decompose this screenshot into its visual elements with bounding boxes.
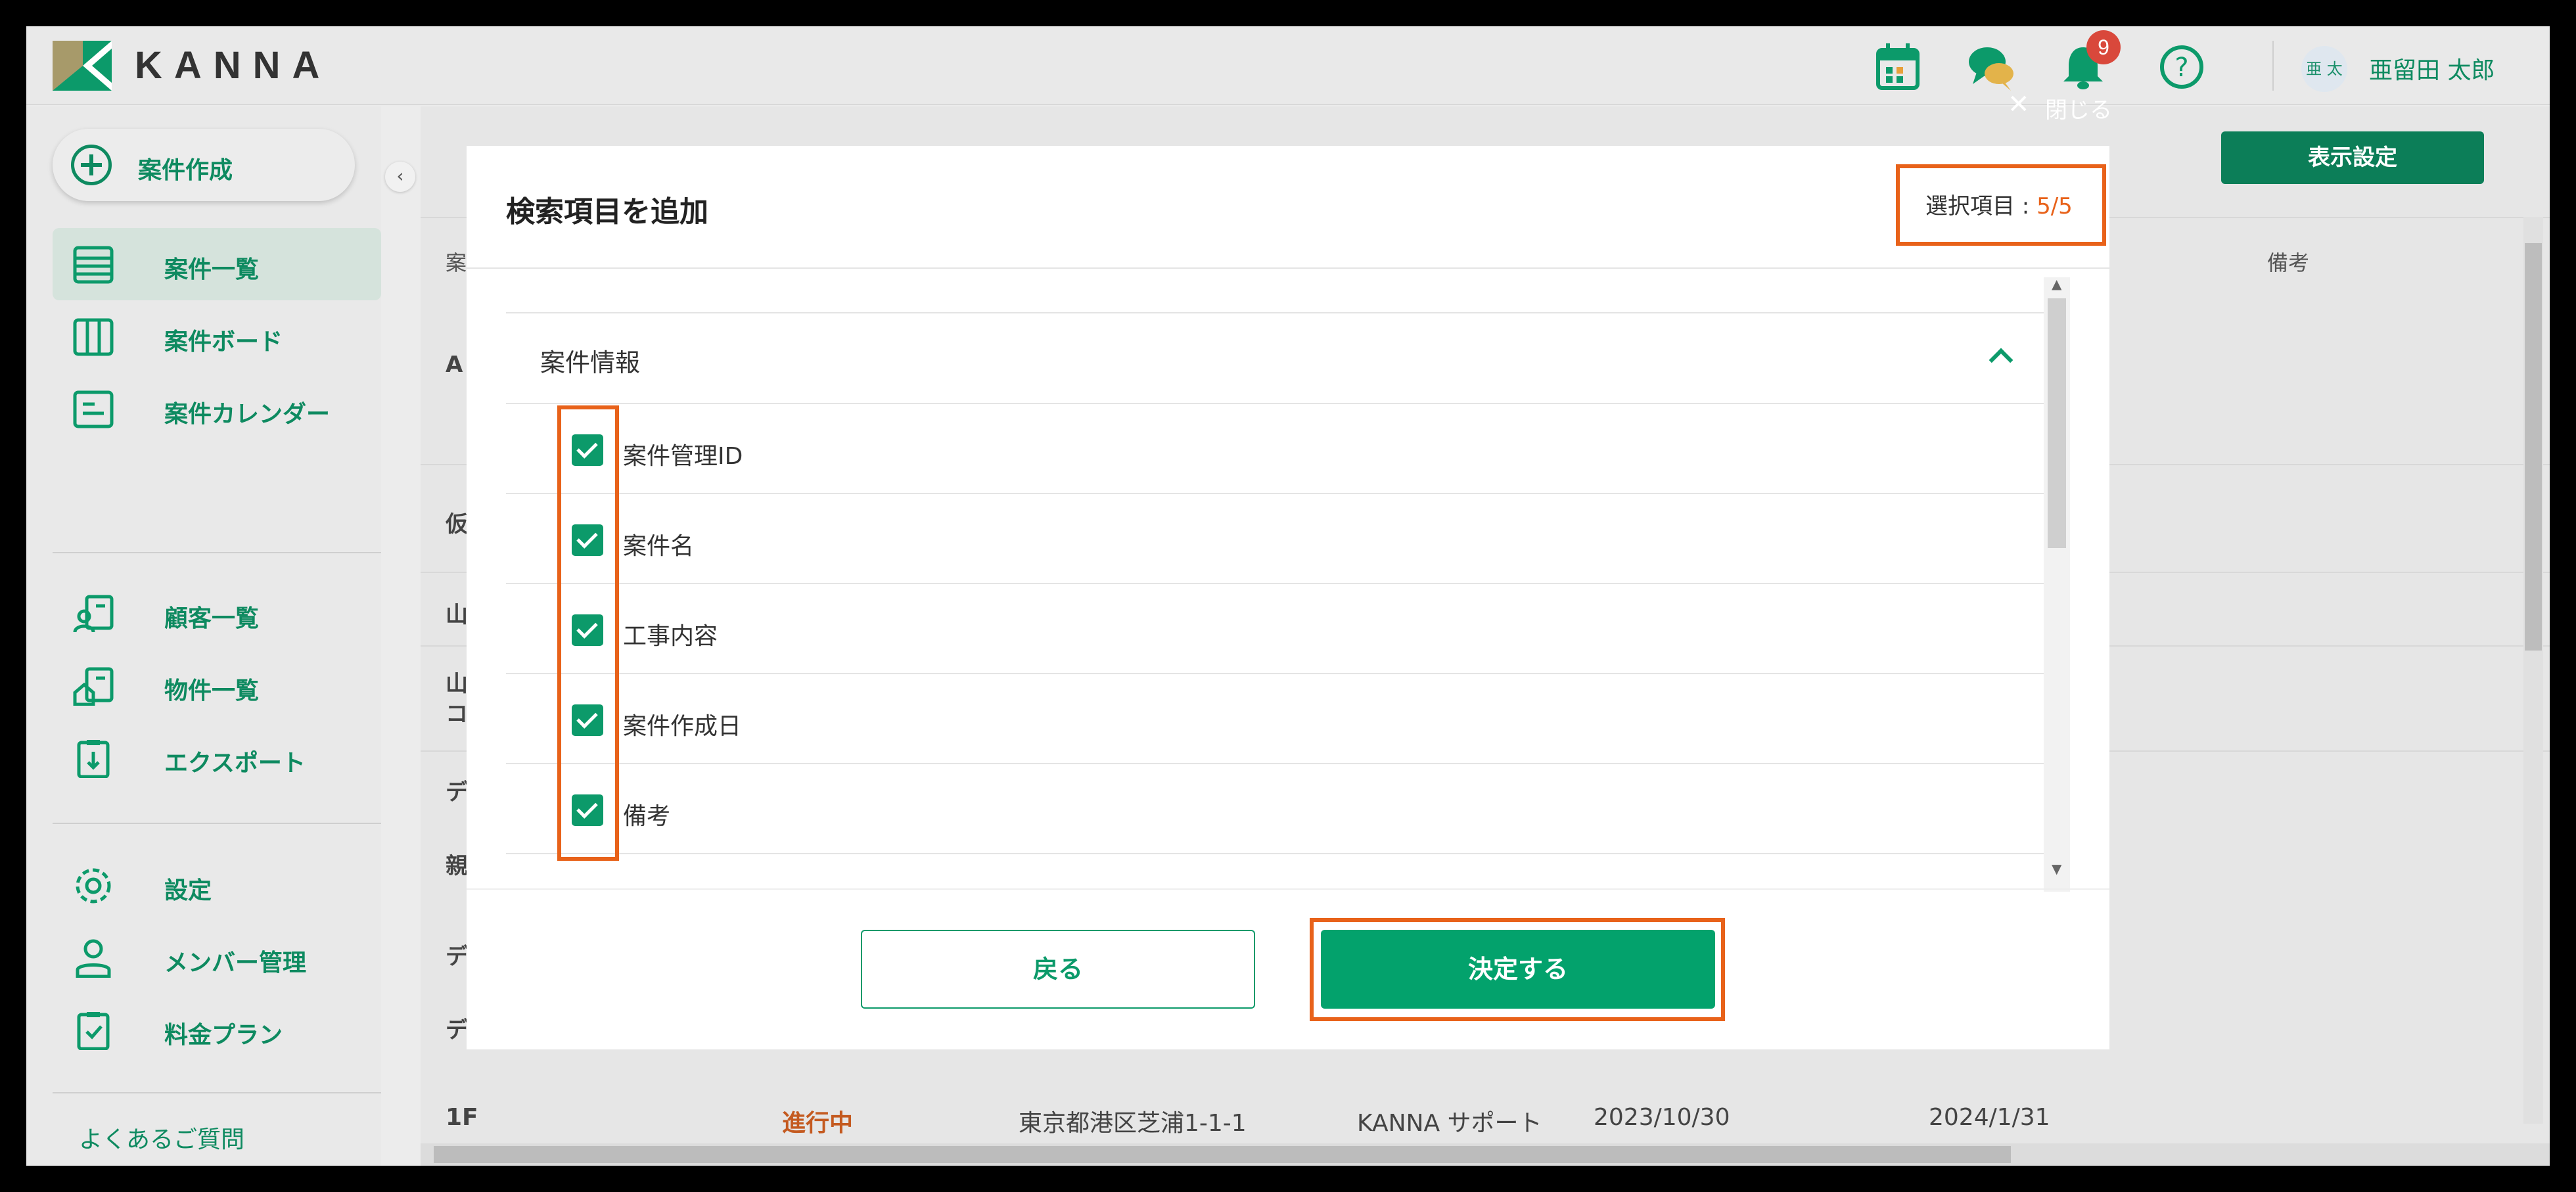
plus-circle-icon — [71, 145, 112, 185]
add-search-items-dialog: 検索項目を追加 選択項目 : 5/5 案件情報 案件管理ID 案件名 工事内容 … — [467, 146, 2109, 1049]
calendar-list-icon — [73, 390, 114, 428]
notification-badge: 9 — [2086, 30, 2121, 64]
option-label: 案件名 — [623, 533, 695, 560]
kanna-logo-icon[interactable] — [53, 41, 112, 91]
option-label: 工事内容 — [623, 623, 718, 650]
row-date-start: 2023/10/30 — [1594, 1104, 1730, 1131]
create-project-button[interactable]: 案件作成 — [53, 129, 355, 201]
person-icon — [76, 939, 111, 978]
sidebar-item-label: 顧客一覧 — [164, 605, 260, 632]
selected-count-label: 選択項目 : 5/5 — [1925, 188, 2073, 220]
table-row[interactable]: A — [446, 352, 463, 378]
table-row[interactable]: 仮 — [446, 506, 468, 538]
row-owner: KANNA サポート — [1357, 1110, 1542, 1137]
sidebar-item-settings[interactable]: 設定 — [53, 849, 381, 921]
back-button[interactable]: 戻る — [861, 930, 1255, 1009]
brand-name: KANNA — [135, 44, 332, 87]
list-item[interactable]: 案件管理ID — [506, 404, 2044, 494]
column-header-note[interactable]: 備考 — [2267, 246, 2309, 277]
row-name[interactable]: 1F — [446, 1104, 478, 1131]
avatar[interactable]: 亜 太 — [2301, 46, 2347, 92]
sidebar-item-properties[interactable]: 物件一覧 — [53, 649, 381, 722]
dialog-divider — [467, 267, 2109, 269]
table-row[interactable]: 山 — [446, 597, 468, 629]
chevron-up-icon[interactable] — [1989, 348, 2013, 373]
plan-icon — [77, 1012, 110, 1050]
table-row[interactable]: 山 コ — [446, 669, 468, 729]
sidebar-item-export[interactable]: エクスポート — [53, 722, 381, 794]
sidebar-item-label: 設定 — [164, 877, 212, 904]
display-settings-button[interactable]: 表示設定 — [2221, 131, 2484, 184]
page-vertical-scroll-thumb[interactable] — [2525, 243, 2542, 651]
option-label: 備考 — [623, 803, 671, 830]
list-item[interactable]: 備考 — [506, 764, 2044, 854]
close-button[interactable]: 閉じる — [2045, 92, 2112, 124]
option-label: 案件管理ID — [623, 443, 743, 470]
checkbox-column-highlight — [557, 405, 619, 861]
section-title: 案件情報 — [540, 348, 641, 377]
sidebar-item-label: メンバー管理 — [164, 950, 307, 976]
column-header-project: 案 — [446, 250, 467, 275]
selected-count-value: 5/5 — [2036, 193, 2073, 219]
option-label: 案件作成日 — [623, 713, 742, 740]
sidebar-item-project-board[interactable]: 案件ボード — [53, 300, 381, 373]
list-icon — [73, 246, 114, 284]
row-address: 東京都港区芝浦1-1-1 — [1019, 1110, 1247, 1137]
selected-count-text: 選択項目 : — [1925, 193, 2037, 219]
faq-link[interactable]: よくあるご質問 — [79, 1120, 244, 1155]
sidebar-item-label: 案件一覧 — [164, 256, 260, 283]
list-item[interactable]: 案件作成日 — [506, 674, 2044, 764]
help-icon[interactable]: ? — [2155, 41, 2208, 93]
scroll-down-arrow-icon[interactable]: ▼ — [2052, 861, 2061, 877]
confirm-button[interactable]: 決定する — [1321, 930, 1715, 1009]
section-project-info[interactable]: 案件情報 — [506, 312, 2044, 404]
create-project-label: 案件作成 — [138, 157, 233, 184]
dialog-title: 検索項目を追加 — [506, 195, 708, 229]
sidebar-divider — [53, 552, 381, 553]
sidebar-item-project-calendar[interactable]: 案件カレンダー — [53, 373, 381, 445]
sidebar-collapse-button[interactable]: ‹ — [385, 162, 415, 192]
gear-icon — [76, 868, 111, 904]
sidebar-item-label: エクスポート — [164, 750, 306, 777]
dialog-scroll-thumb[interactable] — [2048, 298, 2066, 548]
board-icon — [73, 318, 114, 356]
top-bar: KANNA 9 ? 亜 太 亜留田 太郎 — [26, 26, 2550, 105]
calendar-icon[interactable] — [1872, 41, 1924, 93]
scroll-up-arrow-icon[interactable]: ▲ — [2052, 276, 2061, 292]
user-name[interactable]: 亜留田 太郎 — [2369, 51, 2495, 85]
svg-text:?: ? — [2174, 53, 2188, 83]
row-date-end: 2024/1/31 — [1929, 1104, 2050, 1131]
search-item-list: 案件情報 案件管理ID 案件名 工事内容 案件作成日 備考 — [506, 312, 2044, 887]
customer-icon — [73, 595, 114, 633]
sidebar-item-customers[interactable]: 顧客一覧 — [53, 577, 381, 649]
sidebar-item-label: 物件一覧 — [164, 677, 260, 704]
chat-icon[interactable] — [1965, 41, 2017, 93]
page-horizontal-scroll-thumb[interactable] — [434, 1146, 2011, 1163]
table-row[interactable]: デ — [446, 1012, 468, 1044]
export-icon — [77, 740, 110, 778]
dialog-footer-divider — [467, 888, 2109, 890]
sidebar-divider — [53, 1092, 381, 1093]
table-row[interactable]: 親 — [446, 848, 468, 880]
property-icon — [73, 667, 114, 706]
sidebar-item-pricing-plan[interactable]: 料金プラン — [53, 994, 381, 1066]
sidebar-item-project-list[interactable]: 案件一覧 — [53, 228, 381, 300]
list-item[interactable]: 案件名 — [506, 494, 2044, 584]
sidebar-divider — [53, 823, 381, 824]
sidebar-item-label: 案件ボード — [164, 329, 283, 355]
sidebar-item-label: 料金プラン — [164, 1022, 283, 1049]
sidebar-item-members[interactable]: メンバー管理 — [53, 921, 381, 994]
table-row[interactable]: デ — [446, 774, 468, 806]
header-divider — [2272, 41, 2274, 91]
sidebar-item-label: 案件カレンダー — [164, 401, 331, 428]
table-row[interactable]: デ — [446, 938, 468, 971]
status-badge: 進行中 — [782, 1110, 854, 1137]
close-icon[interactable]: ✕ — [2008, 89, 2030, 120]
list-item[interactable]: 工事内容 — [506, 584, 2044, 674]
